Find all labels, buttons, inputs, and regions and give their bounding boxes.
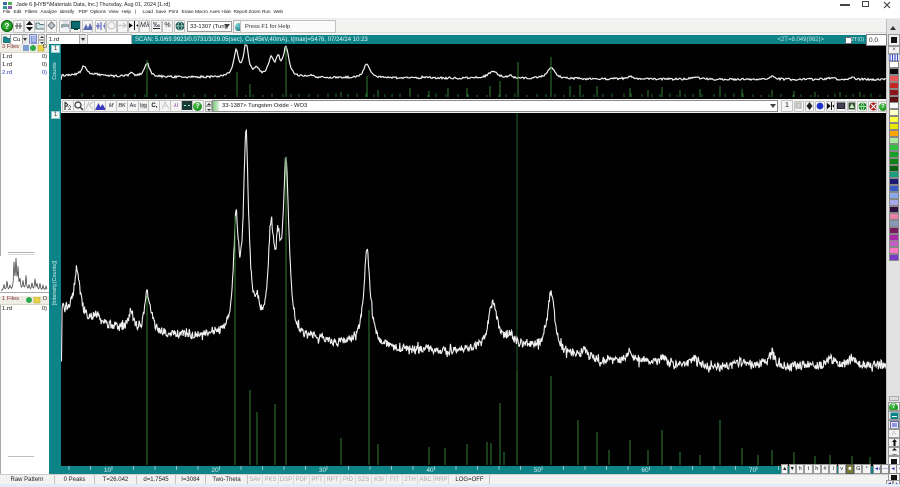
svg-text:2: 2 [68, 106, 72, 111]
